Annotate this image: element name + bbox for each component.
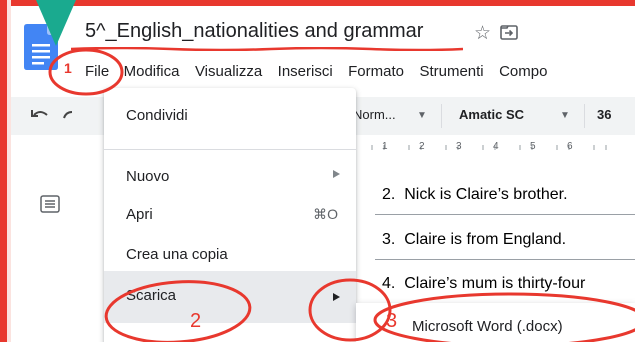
google-docs-icon[interactable]: [24, 24, 58, 70]
toolbar-separator: [441, 104, 442, 128]
menu-item-crea-copia[interactable]: Crea una copia: [104, 237, 356, 271]
menu-item-condividi[interactable]: Condividi: [104, 98, 356, 132]
ruler-number: 2: [419, 141, 425, 152]
submenu-arrow-icon: [333, 293, 340, 301]
style-caret-icon[interactable]: ▼: [417, 110, 427, 121]
document-line: 2. Nick is Claire’s brother.: [382, 186, 568, 203]
menu-formato[interactable]: Formato: [348, 63, 404, 80]
menu-item-apri[interactable]: Apri ⌘O: [104, 197, 356, 231]
menu-item-scarica[interactable]: Scarica: [104, 271, 356, 323]
ruler-number: 5: [530, 141, 536, 152]
table-border: [375, 214, 635, 215]
move-to-folder-icon[interactable]: [500, 24, 518, 40]
menu-item-label: Crea una copia: [126, 246, 228, 263]
menu-item-label: Apri: [126, 206, 153, 223]
ruler-number: 4: [493, 141, 499, 152]
menu-modifica[interactable]: Modifica: [124, 63, 180, 80]
frame-left-border: [0, 0, 7, 342]
menu-item-label: Nuovo: [126, 168, 170, 185]
file-menu: Condividi Nuovo Apri ⌘O Crea una copia S…: [104, 88, 356, 342]
star-icon[interactable]: ☆: [474, 22, 491, 45]
menu-item-nuovo[interactable]: Nuovo: [104, 159, 356, 193]
annotation-step-3: 3: [386, 310, 398, 332]
title-underline-scribble: [71, 47, 463, 51]
menu-divider: [104, 149, 356, 150]
style-select[interactable]: Norm...: [353, 107, 396, 122]
frame-left-inner: [7, 0, 11, 342]
ruler-number: 6: [567, 141, 573, 152]
menu-visualizza[interactable]: Visualizza: [195, 63, 262, 80]
menu-strumenti[interactable]: Strumenti: [419, 63, 483, 80]
menu-file[interactable]: File: [85, 63, 109, 80]
undo-icon[interactable]: [30, 106, 50, 124]
annotation-step-1: 1: [64, 60, 72, 76]
download-submenu: Microsoft Word (.docx): [356, 303, 635, 342]
document-line: 3. Claire is from England.: [382, 231, 567, 248]
annotation-step-2: 2: [190, 310, 202, 332]
document-title[interactable]: 5^_English_nationalities and grammar: [85, 20, 423, 43]
shortcut-label: ⌘O: [313, 206, 338, 222]
table-border: [375, 259, 635, 260]
ruler-number: 3: [456, 141, 462, 152]
menu-inserisci[interactable]: Inserisci: [278, 63, 333, 80]
font-size-input[interactable]: 36: [597, 107, 611, 122]
font-caret-icon[interactable]: ▼: [560, 110, 570, 121]
menu-componenti[interactable]: Compo: [499, 63, 547, 80]
menu-item-label: Condividi: [126, 107, 188, 124]
submenu-arrow-icon: [333, 170, 340, 178]
menu-item-label: Scarica: [126, 287, 177, 304]
menubar: File Modifica Visualizza Inserisci Forma…: [85, 63, 558, 85]
menu-item-microsoft-word[interactable]: Microsoft Word (.docx): [412, 318, 563, 335]
top-hint-text: TO YOUR TEACHER: [432, 0, 591, 9]
outline-icon[interactable]: [40, 195, 60, 213]
document-line: 4. Claire’s mum is thirty-four: [382, 275, 586, 292]
toolbar-separator: [584, 104, 585, 128]
redo-icon[interactable]: [62, 106, 76, 124]
font-select[interactable]: Amatic SC: [459, 107, 524, 122]
ruler-number: 1: [382, 141, 388, 152]
